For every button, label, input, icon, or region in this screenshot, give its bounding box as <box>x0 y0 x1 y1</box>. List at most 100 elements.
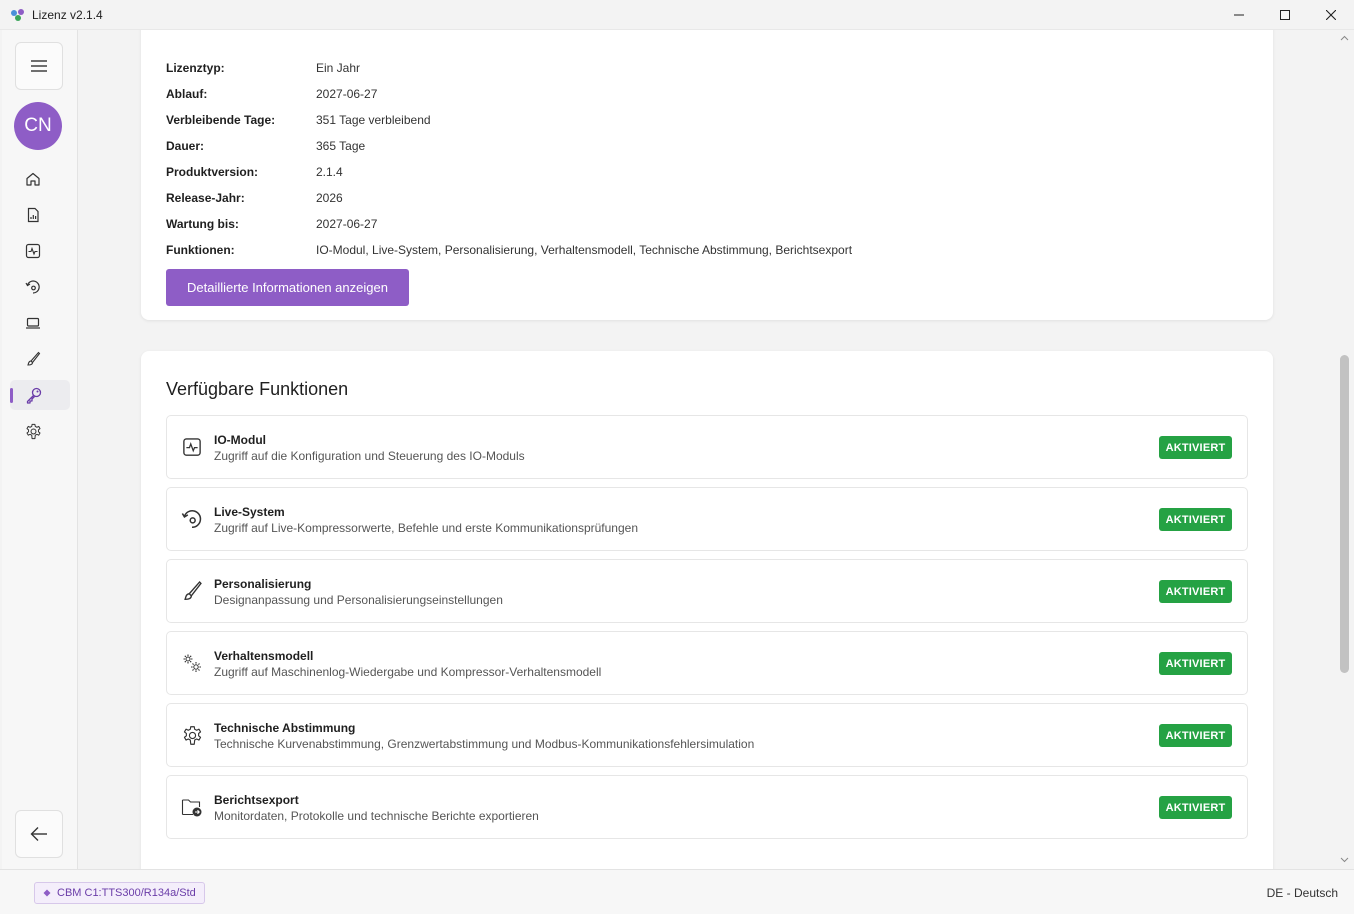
status-badge: AKTIVIERT <box>1159 724 1232 747</box>
status-badge: AKTIVIERT <box>1159 580 1232 603</box>
function-item-report-export: Berichtsexport Monitordaten, Protokolle … <box>166 775 1248 839</box>
info-row-duration: Dauer: 365 Tage <box>166 139 365 153</box>
function-name: IO-Modul <box>214 433 266 447</box>
info-value: 2027-06-27 <box>316 217 378 231</box>
sidebar-item-personalization[interactable] <box>10 344 70 374</box>
info-value: Ein Jahr <box>316 61 361 75</box>
scroll-up-icon[interactable] <box>1340 34 1349 43</box>
scrollbar-thumb[interactable] <box>1340 355 1349 673</box>
activity-icon <box>181 436 203 458</box>
function-description: Designanpassung und Personalisierungsein… <box>214 593 503 607</box>
window-title: Lizenz v2.1.4 <box>32 7 103 22</box>
function-name: Berichtsexport <box>214 793 299 807</box>
minimize-icon <box>1234 14 1244 16</box>
home-icon <box>26 172 40 186</box>
info-row-functions: Funktionen: IO-Modul, Live-System, Perso… <box>166 243 852 257</box>
gears-icon <box>181 652 203 674</box>
info-row-remaining-days: Verbleibende Tage: 351 Tage verbleibend <box>166 113 431 127</box>
functions-title: Verfügbare Funktionen <box>166 379 349 399</box>
function-item-live-system: Live-System Zugriff auf Live-Kompressorw… <box>166 487 1248 551</box>
report-icon <box>27 207 39 223</box>
show-details-button[interactable]: Detaillierte Informationen anzeigen <box>166 269 409 306</box>
status-badge: AKTIVIERT <box>1159 508 1232 531</box>
sidebar-item-home[interactable] <box>10 164 70 194</box>
info-label: Ablauf: <box>166 87 208 101</box>
scroll-down-icon[interactable] <box>1340 856 1349 865</box>
back-button[interactable] <box>15 810 63 858</box>
function-item-personalization: Personalisierung Designanpassung und Per… <box>166 559 1248 623</box>
avatar[interactable]: CN <box>14 102 62 150</box>
info-label: Wartung bis: <box>166 217 239 231</box>
window-controls <box>1216 0 1354 30</box>
function-name: Verhaltensmodell <box>214 649 314 663</box>
folder-export-icon <box>181 796 203 818</box>
function-description: Zugriff auf Maschinenlog-Wiedergabe und … <box>214 665 602 679</box>
info-label: Funktionen: <box>166 243 235 257</box>
function-name: Personalisierung <box>214 577 312 591</box>
status-badge: AKTIVIERT <box>1159 652 1232 675</box>
function-item-behavior-model: Verhaltensmodell Zugriff auf Maschinenlo… <box>166 631 1248 695</box>
info-value: 2.1.4 <box>316 165 343 179</box>
brush-icon <box>181 580 203 602</box>
info-label: Produktversion: <box>166 165 259 179</box>
sidebar-item-activity[interactable] <box>10 236 70 266</box>
menu-button[interactable] <box>15 42 63 90</box>
function-name: Live-System <box>214 505 285 519</box>
sidebar-item-report[interactable] <box>10 200 70 230</box>
info-label: Dauer: <box>166 139 205 153</box>
info-value: 2026 <box>316 191 343 205</box>
function-description: Technische Kurvenabstimmung, Grenzwertab… <box>214 737 755 751</box>
diamond-icon <box>43 889 51 897</box>
sidebar: CN <box>2 30 78 869</box>
close-button[interactable] <box>1308 0 1354 30</box>
gear-icon <box>181 724 203 746</box>
minimize-button[interactable] <box>1216 0 1262 30</box>
arrow-left-icon <box>30 827 47 841</box>
info-value: IO-Modul, Live-System, Personalisierung,… <box>316 243 853 257</box>
title-bar: Lizenz v2.1.4 <box>0 0 1354 30</box>
status-badge: AKTIVIERT <box>1159 796 1232 819</box>
function-description: Zugriff auf die Konfiguration und Steuer… <box>214 449 525 463</box>
info-value: 2027-06-27 <box>316 87 378 101</box>
functions-card: Verfügbare Funktionen IO-Modul Zugriff a… <box>141 351 1273 869</box>
status-badge: AKTIVIERT <box>1159 436 1232 459</box>
function-item-io-module: IO-Modul Zugriff auf die Konfiguration u… <box>166 415 1248 479</box>
close-icon <box>1326 10 1336 20</box>
sidebar-item-settings[interactable] <box>10 416 70 446</box>
info-value: 365 Tage <box>316 139 366 153</box>
function-item-technical-tuning: Technische Abstimmung Technische Kurvena… <box>166 703 1248 767</box>
info-row-maintenance: Wartung bis: 2027-06-27 <box>166 217 377 231</box>
activity-icon <box>25 243 41 259</box>
sidebar-item-live[interactable] <box>10 272 70 302</box>
main-content[interactable]: Lizenztyp: Ein Jahr Ablauf: 2027-06-27 V… <box>79 30 1337 869</box>
laptop-icon <box>26 317 40 329</box>
info-row-expiry: Ablauf: 2027-06-27 <box>166 87 377 101</box>
info-row-product-version: Produktversion: 2.1.4 <box>166 165 343 179</box>
device-chip[interactable]: CBM C1:TTS300/R134a/Std <box>34 882 205 904</box>
sidebar-item-license[interactable] <box>10 380 70 410</box>
sidebar-item-device[interactable] <box>10 308 70 338</box>
maximize-icon <box>1280 10 1290 20</box>
gear-icon <box>26 423 41 439</box>
info-row-license-type: Lizenztyp: Ein Jahr <box>166 61 360 75</box>
function-description: Zugriff auf Live-Kompressorwerte, Befehl… <box>214 521 639 535</box>
hamburger-icon <box>31 60 47 72</box>
maximize-button[interactable] <box>1262 0 1308 30</box>
live-icon <box>181 508 203 530</box>
info-label: Release-Jahr: <box>166 191 245 205</box>
info-value: 351 Tage verbleibend <box>316 113 431 127</box>
function-description: Monitordaten, Protokolle und technische … <box>214 809 539 823</box>
vertical-scrollbar[interactable] <box>1337 30 1352 869</box>
info-label: Lizenztyp: <box>166 61 225 75</box>
brush-icon <box>27 351 41 366</box>
status-bar: CBM C1:TTS300/R134a/Std DE - Deutsch <box>0 869 1354 914</box>
app-icon <box>10 7 26 23</box>
function-name: Technische Abstimmung <box>214 721 356 735</box>
info-row-release-year: Release-Jahr: 2026 <box>166 191 343 205</box>
device-label: CBM C1:TTS300/R134a/Std <box>57 887 196 899</box>
license-info-card: Lizenztyp: Ein Jahr Ablauf: 2027-06-27 V… <box>141 30 1273 320</box>
live-icon <box>25 280 40 294</box>
language-indicator[interactable]: DE - Deutsch <box>1267 886 1338 900</box>
key-icon <box>26 387 42 404</box>
info-label: Verbleibende Tage: <box>166 113 276 127</box>
